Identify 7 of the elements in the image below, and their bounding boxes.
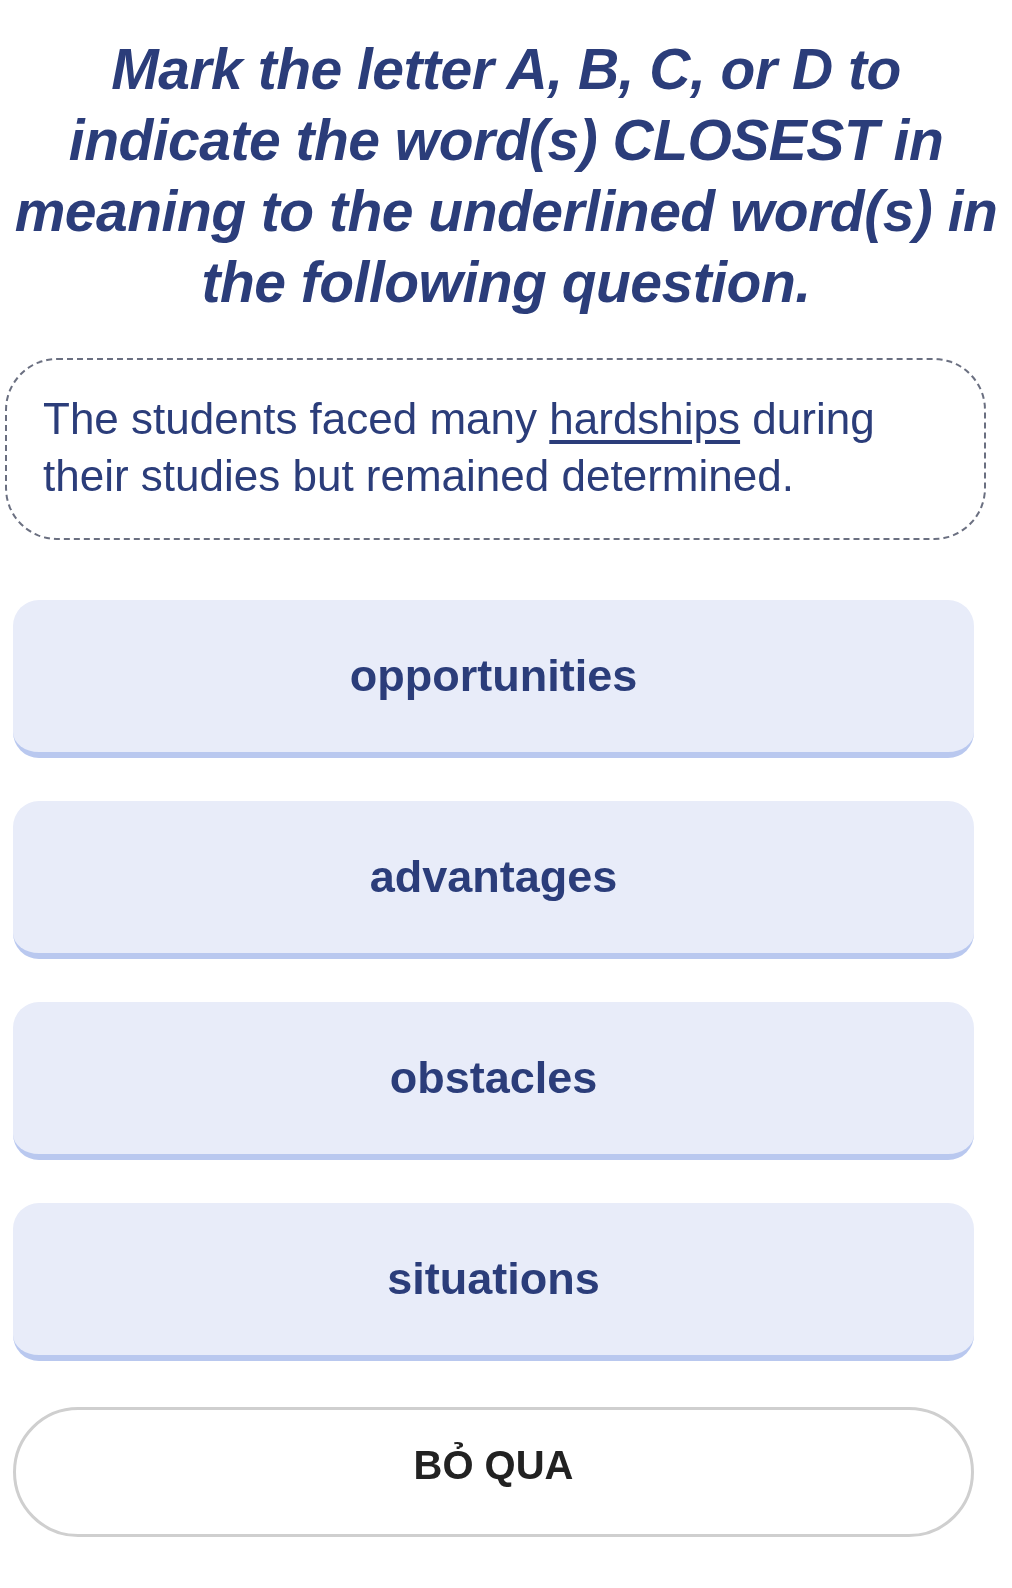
instruction-heading: Mark the letter A, B, C, or D to indicate the word(s) CLOSEST in meaning to the underlined word(s) in the following question. [13, 36, 999, 316]
answer-option[interactable]: opportunities [13, 600, 974, 758]
skip-button[interactable]: BỎ QUA [13, 1407, 974, 1537]
question-sentence: The students faced many hardships during their studies but remained determined. [43, 393, 876, 502]
answer-option[interactable]: advantages [13, 801, 974, 959]
answer-option[interactable]: situations [13, 1203, 974, 1361]
answer-option[interactable]: obstacles [13, 1002, 974, 1160]
